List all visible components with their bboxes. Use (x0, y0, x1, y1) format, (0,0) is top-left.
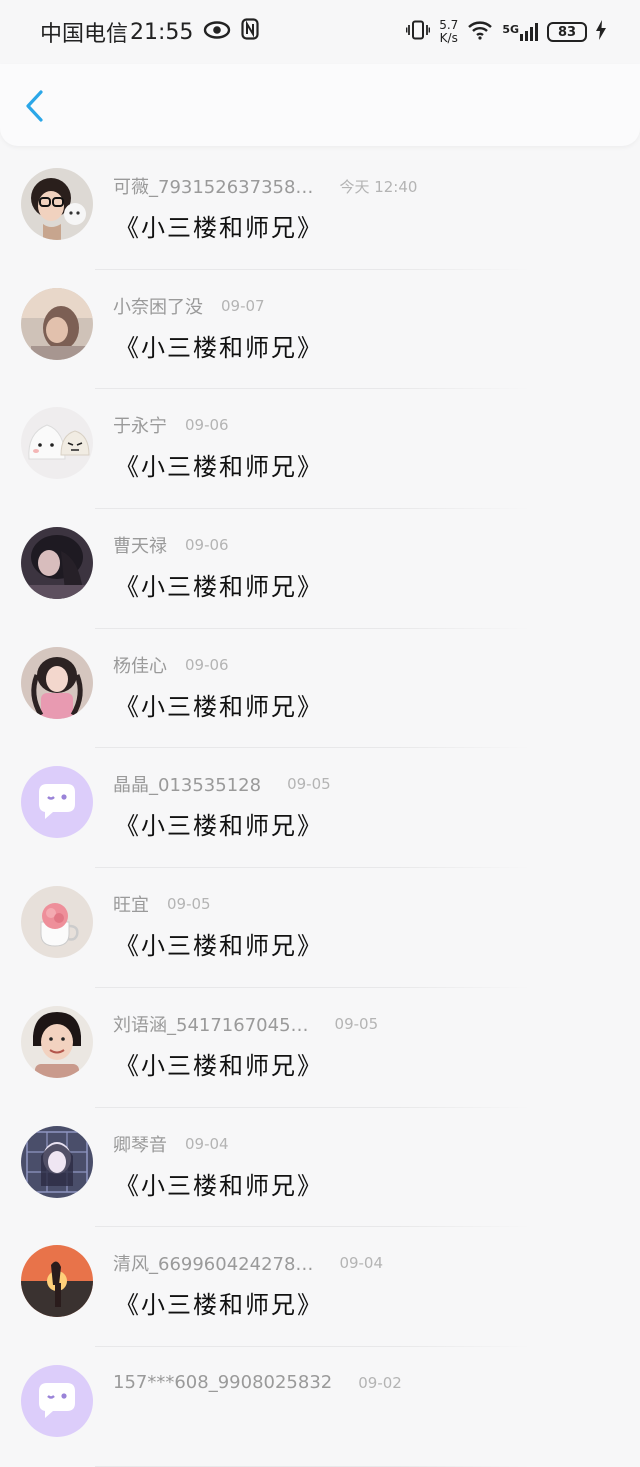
avatar[interactable] (21, 1005, 93, 1078)
avatar[interactable] (21, 646, 93, 719)
status-bar: 中国电信 21:55 5.7 K/s 5G 83 (0, 0, 640, 64)
avatar[interactable] (21, 886, 93, 959)
message-row[interactable]: 清风_669960424278… 09-04 《小三楼和师兄》 (0, 1227, 640, 1347)
message-time: 09-06 (185, 655, 229, 674)
row-divider (95, 1465, 532, 1467)
back-button[interactable] (18, 86, 52, 126)
message-text: 《小三楼和师兄》 (115, 573, 323, 602)
sender-name[interactable]: 卿琴音 (113, 1131, 167, 1157)
sender-name[interactable]: 刘语涵_5417167045… (113, 1011, 309, 1037)
sender-name[interactable]: 旺宜 (113, 891, 149, 917)
nfc-icon (241, 18, 260, 46)
message-text: 《小三楼和师兄》 (115, 1171, 323, 1200)
avatar[interactable] (21, 287, 93, 360)
message-row[interactable]: 刘语涵_5417167045… 09-05 《小三楼和师兄》 (0, 988, 640, 1108)
avatar[interactable] (21, 1125, 93, 1198)
message-time: 今天 12:40 (339, 177, 418, 196)
cellular-signal: 5G (502, 23, 538, 41)
sender-name[interactable]: 晶晶_013535128 (113, 771, 261, 797)
sender-name[interactable]: 曹天禄 (113, 532, 167, 558)
avatar[interactable] (21, 1245, 93, 1318)
sender-name[interactable]: 小奈困了没 (113, 293, 203, 319)
message-row[interactable]: 可薇_793152637358… 今天 12:40 《小三楼和师兄》 (0, 150, 640, 270)
clock: 21:55 (130, 19, 194, 45)
message-time: 09-04 (339, 1254, 384, 1273)
avatar[interactable] (21, 168, 93, 240)
battery-indicator: 83 (547, 22, 587, 42)
avatar[interactable] (21, 766, 93, 839)
eye-icon (203, 20, 231, 45)
sender-name[interactable]: 157***608_9908025832 (113, 1372, 332, 1393)
header-bar (0, 64, 640, 146)
message-row[interactable]: 于永宁 09-06 《小三楼和师兄》 (0, 389, 640, 510)
message-row[interactable]: 曹天禄 09-06 《小三楼和师兄》 (0, 509, 640, 629)
message-row[interactable]: 157***608_9908025832 09-02 (0, 1347, 640, 1467)
avatar[interactable] (21, 407, 93, 480)
message-text: 《小三楼和师兄》 (115, 932, 323, 961)
message-row[interactable]: 卿琴音 09-04 《小三楼和师兄》 (0, 1108, 640, 1228)
network-type-label: 5G (502, 23, 519, 36)
sender-name[interactable]: 于永宁 (113, 412, 167, 438)
message-time: 09-04 (185, 1134, 229, 1153)
message-text: 《小三楼和师兄》 (115, 1051, 323, 1080)
message-time: 09-07 (221, 296, 265, 315)
message-text: 《小三楼和师兄》 (115, 333, 323, 362)
signal-bars-icon (520, 23, 538, 41)
wifi-icon (467, 20, 493, 44)
message-list: 可薇_793152637358… 今天 12:40 《小三楼和师兄》 小奈困了没 09-… (0, 150, 640, 1467)
message-time: 09-05 (334, 1014, 379, 1033)
message-row[interactable]: 旺宜 09-05 《小三楼和师兄》 (0, 868, 640, 988)
message-text: 《小三楼和师兄》 (115, 453, 323, 482)
message-time: 09-05 (167, 895, 211, 914)
avatar[interactable] (21, 527, 93, 600)
chevron-left-icon (26, 90, 43, 122)
message-row[interactable]: 晶晶_013535128 09-05 《小三楼和师兄》 (0, 748, 640, 869)
message-row[interactable]: 小奈困了没 09-07 《小三楼和师兄》 (0, 270, 640, 390)
message-row[interactable]: 杨佳心 09-06 《小三楼和师兄》 (0, 629, 640, 749)
vibrate-icon (405, 20, 431, 44)
sender-name[interactable]: 杨佳心 (113, 652, 167, 678)
avatar[interactable] (21, 1364, 93, 1437)
carrier-label: 中国电信 (40, 22, 129, 47)
message-time: 09-06 (185, 536, 229, 555)
message-text: 《小三楼和师兄》 (115, 214, 323, 242)
message-text: 《小三楼和师兄》 (115, 1291, 323, 1320)
sender-name[interactable]: 可薇_793152637358… (113, 173, 313, 199)
message-text: 《小三楼和师兄》 (115, 692, 323, 721)
message-time: 09-06 (185, 416, 229, 435)
message-text: 《小三楼和师兄》 (115, 812, 323, 841)
message-time: 09-02 (358, 1373, 402, 1392)
sender-name[interactable]: 清风_669960424278… (113, 1250, 313, 1276)
charging-icon (596, 20, 606, 44)
net-speed: 5.7 K/s (439, 18, 459, 45)
message-time: 09-05 (287, 775, 331, 794)
